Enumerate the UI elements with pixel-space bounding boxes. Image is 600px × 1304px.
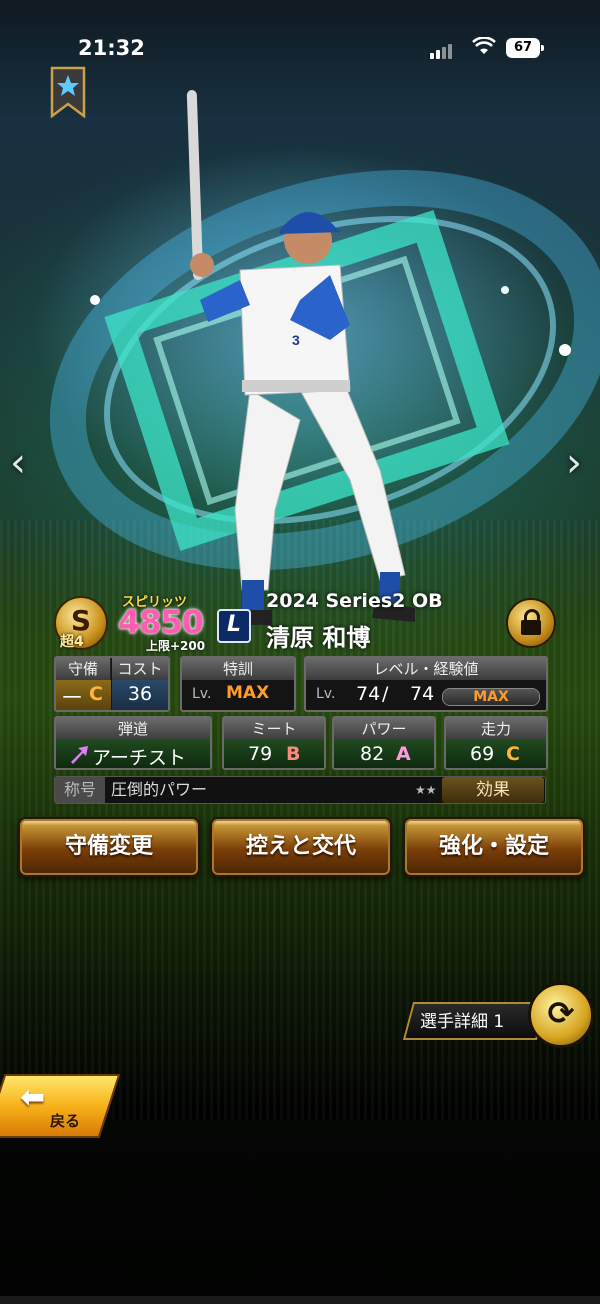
series-label: 2024 Series2 OB (266, 590, 443, 612)
bench-swap-button[interactable]: 控えと交代 (210, 817, 392, 877)
power-grade: A (396, 743, 411, 765)
training-value: MAX (226, 683, 270, 703)
title-stars: ★★ (415, 783, 437, 797)
level-lv-label: Lv. (316, 686, 336, 702)
speed-value: 69 (470, 743, 495, 765)
training-lv-label: Lv. (192, 686, 212, 702)
cost-value: 36 (127, 683, 153, 705)
title-label: 称号 (55, 777, 105, 803)
level-slash: / (382, 683, 389, 705)
level-current: 74 (356, 683, 381, 705)
next-player-button[interactable]: › (566, 440, 582, 486)
trajectory-value: アーチスト (92, 747, 186, 769)
power-header: パワー (334, 718, 434, 740)
speed-header: 走力 (446, 718, 546, 740)
uniform-number: 3 (292, 332, 300, 348)
meet-panel: ミート 79 B (222, 716, 326, 770)
team-logo-icon: L (217, 609, 251, 643)
home-indicator (0, 1296, 600, 1304)
training-panel: 特訓 Lv. MAX (180, 656, 296, 712)
lock-button[interactable] (506, 598, 556, 648)
trajectory-header: 弾道 (56, 718, 210, 740)
level-exp-panel: レベル・経験値 Lv. 74 / 74 MAX (304, 656, 548, 712)
previous-player-button[interactable]: ‹ (10, 440, 26, 486)
trajectory-panel: 弾道 アーチスト (54, 716, 212, 770)
status-bar: 21:32 67 (0, 0, 600, 90)
trajectory-arrow-icon (71, 746, 88, 764)
meet-header: ミート (224, 718, 324, 740)
power-panel: パワー 82 A (332, 716, 436, 770)
defense-position: 一 (62, 687, 82, 709)
level-exp-header: レベル・経験値 (306, 658, 546, 680)
spirits-value: 4850 (118, 603, 204, 641)
title-value: 圧倒的パワー (111, 780, 208, 799)
enhance-settings-button[interactable]: 強化・設定 (403, 817, 585, 877)
superlimit-label: 超4 (60, 634, 84, 650)
battery-indicator: 67 (506, 38, 544, 58)
meet-value: 79 (248, 743, 273, 765)
spirits-upper-limit: 上限+200 (146, 639, 206, 653)
defense-grade: C (89, 683, 103, 705)
swap-cycle-icon[interactable]: ⟳ (528, 982, 594, 1048)
status-time: 21:32 (78, 36, 145, 60)
meet-grade: B (286, 743, 301, 765)
level-max: 74 (410, 683, 435, 705)
defense-cost-panel: 守備 コスト 一 C 36 (54, 656, 170, 712)
cellular-signal-icon (430, 40, 454, 59)
player-image: 3 (186, 90, 415, 625)
back-label[interactable]: 戻る (50, 1110, 80, 1131)
cost-header: コスト (112, 658, 168, 680)
exp-bar-text: MAX (473, 689, 509, 705)
defense-header: 守備 (56, 658, 111, 680)
training-header: 特訓 (182, 658, 294, 680)
player-name: 清原 和博 (266, 624, 371, 652)
player-detail-label[interactable]: 選手詳細 1 (420, 1007, 504, 1032)
back-arrow-icon[interactable]: ⬅ (20, 1080, 45, 1115)
speed-panel: 走力 69 C (444, 716, 548, 770)
defense-change-button[interactable]: 守備変更 (18, 817, 200, 877)
power-value: 82 (360, 743, 385, 765)
wifi-icon (472, 37, 496, 54)
effect-button[interactable]: 効果 (442, 777, 544, 803)
speed-grade: C (506, 743, 520, 765)
favorite-bookmark-icon[interactable] (50, 66, 86, 118)
exp-bar: MAX (442, 688, 540, 706)
